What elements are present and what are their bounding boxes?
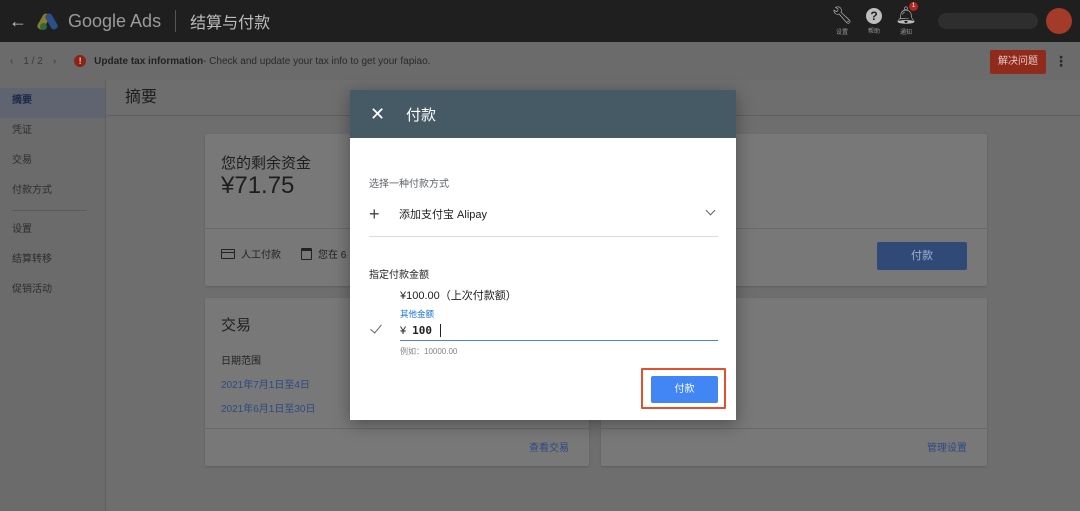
notifications-label: 通知 [899, 29, 912, 36]
wrench-icon: 🔧︎ [831, 5, 853, 25]
manual-pay-label: 人工付款 [241, 250, 281, 261]
sidebar-item-payment-methods[interactable]: 付款方式 [0, 178, 105, 208]
check-icon [370, 321, 382, 334]
avatar[interactable] [1046, 8, 1072, 34]
page-title: 结算与付款 [190, 15, 271, 32]
make-payment-button[interactable]: 付款 [877, 242, 967, 270]
date-range-label: 日期范围 [221, 356, 261, 367]
title-divider [175, 10, 177, 32]
card-divider [601, 428, 987, 429]
last-payment-amount-option[interactable]: ¥100.00（上次付款额） [400, 287, 517, 303]
balance-amount: ¥71.75 [221, 172, 295, 199]
tools-button[interactable]: 🔧︎ 设置 [826, 5, 858, 36]
sidebar-item-billing-transfer[interactable]: 结算转移 [0, 247, 105, 277]
calendar-icon [301, 247, 312, 260]
product-name: Google Ads [68, 10, 162, 31]
sidebar-item-documents[interactable]: 凭证 [0, 118, 105, 148]
manage-settings-link[interactable]: 管理设置 [927, 439, 967, 454]
google-ads-logo[interactable]: Google Ads [36, 10, 162, 32]
banner-message: - Check and update your tax info to get … [203, 55, 431, 67]
amount-hint: 例如：10000.00 [400, 347, 458, 356]
sidebar-item-promotions[interactable]: 促销活动 [0, 277, 105, 307]
view-transactions-link[interactable]: 查看交易 [529, 439, 569, 454]
more-vert-icon[interactable]: ⋮ [1054, 52, 1068, 70]
transactions-title: 交易 [221, 317, 252, 334]
payment-setting-row: 人工付款 您在 6 [221, 246, 346, 261]
sidebar-item-settings[interactable]: 设置 [0, 217, 105, 247]
pager-count: 1 / 2 [23, 55, 43, 67]
add-alipay-label: 添加支付宝 Alipay [399, 209, 488, 221]
tools-label: 设置 [835, 29, 848, 36]
other-amount-field[interactable]: ¥ [400, 321, 718, 341]
sidebar-item-summary[interactable]: 摘要 [0, 88, 105, 118]
banner-pager: ‹ 1 / 2 › [10, 56, 56, 67]
sidebar-item-transactions[interactable]: 交易 [0, 148, 105, 178]
back-arrow-icon[interactable]: ← [0, 11, 36, 32]
date-range-link[interactable]: 2021年7月1日至4日 [221, 376, 310, 391]
notification-banner: ‹ 1 / 2 › ! Update tax information - Che… [0, 42, 1080, 80]
balance-title: 您的剩余资金 [221, 155, 312, 172]
billing-sidebar: 摘要 凭证 交易 付款方式 设置 结算转移 促销活动 [0, 80, 106, 511]
top-tools: 🔧︎ 设置 ? 帮助 🔔︎ 1 通知 [826, 0, 1080, 42]
card-divider [205, 428, 589, 429]
date-range-link[interactable]: 2021年6月1日至30日 [221, 400, 316, 415]
ads-logo-icon [36, 11, 62, 31]
chevron-down-icon[interactable] [705, 205, 716, 216]
credit-card-icon [221, 248, 235, 259]
top-app-bar: ← Google Ads 结算与付款 🔧︎ 设置 ? 帮助 🔔︎ 1 通知 [0, 0, 1080, 42]
help-button[interactable]: ? 帮助 [858, 7, 890, 35]
dialog-title: 付款 [406, 106, 437, 124]
schedule-text: 您在 6 [318, 250, 347, 261]
amount-input[interactable] [412, 324, 442, 337]
dialog-divider [369, 236, 718, 237]
dialog-header: ✕ 付款 [350, 90, 736, 138]
help-icon: ? [866, 7, 882, 24]
help-label: 帮助 [867, 28, 880, 35]
alert-icon: ! [74, 55, 87, 67]
other-amount-label: 其他金额 [400, 309, 435, 319]
notification-badge: 1 [909, 1, 918, 11]
payment-method-label: 选择一种付款方式 [369, 179, 449, 190]
chevron-right-icon[interactable]: › [53, 56, 56, 67]
pay-button[interactable]: 付款 [651, 376, 718, 403]
payment-dialog: ✕ 付款 选择一种付款方式 + 添加支付宝 Alipay 指定付款金额 ¥100… [350, 90, 736, 420]
account-info[interactable] [938, 13, 1038, 29]
add-alipay-option[interactable]: + 添加支付宝 Alipay [369, 202, 718, 226]
resolve-issue-button[interactable]: 解决问题 [990, 50, 1046, 74]
close-icon[interactable]: ✕ [370, 105, 386, 123]
banner-title: Update tax information [94, 55, 204, 67]
plus-icon: + [369, 204, 380, 224]
sidebar-divider [12, 210, 87, 211]
chevron-left-icon[interactable]: ‹ [10, 56, 13, 67]
amount-section-label: 指定付款金额 [369, 270, 429, 281]
currency-symbol: ¥ [400, 324, 407, 337]
notifications-button[interactable]: 🔔︎ 1 通知 [890, 1, 922, 36]
